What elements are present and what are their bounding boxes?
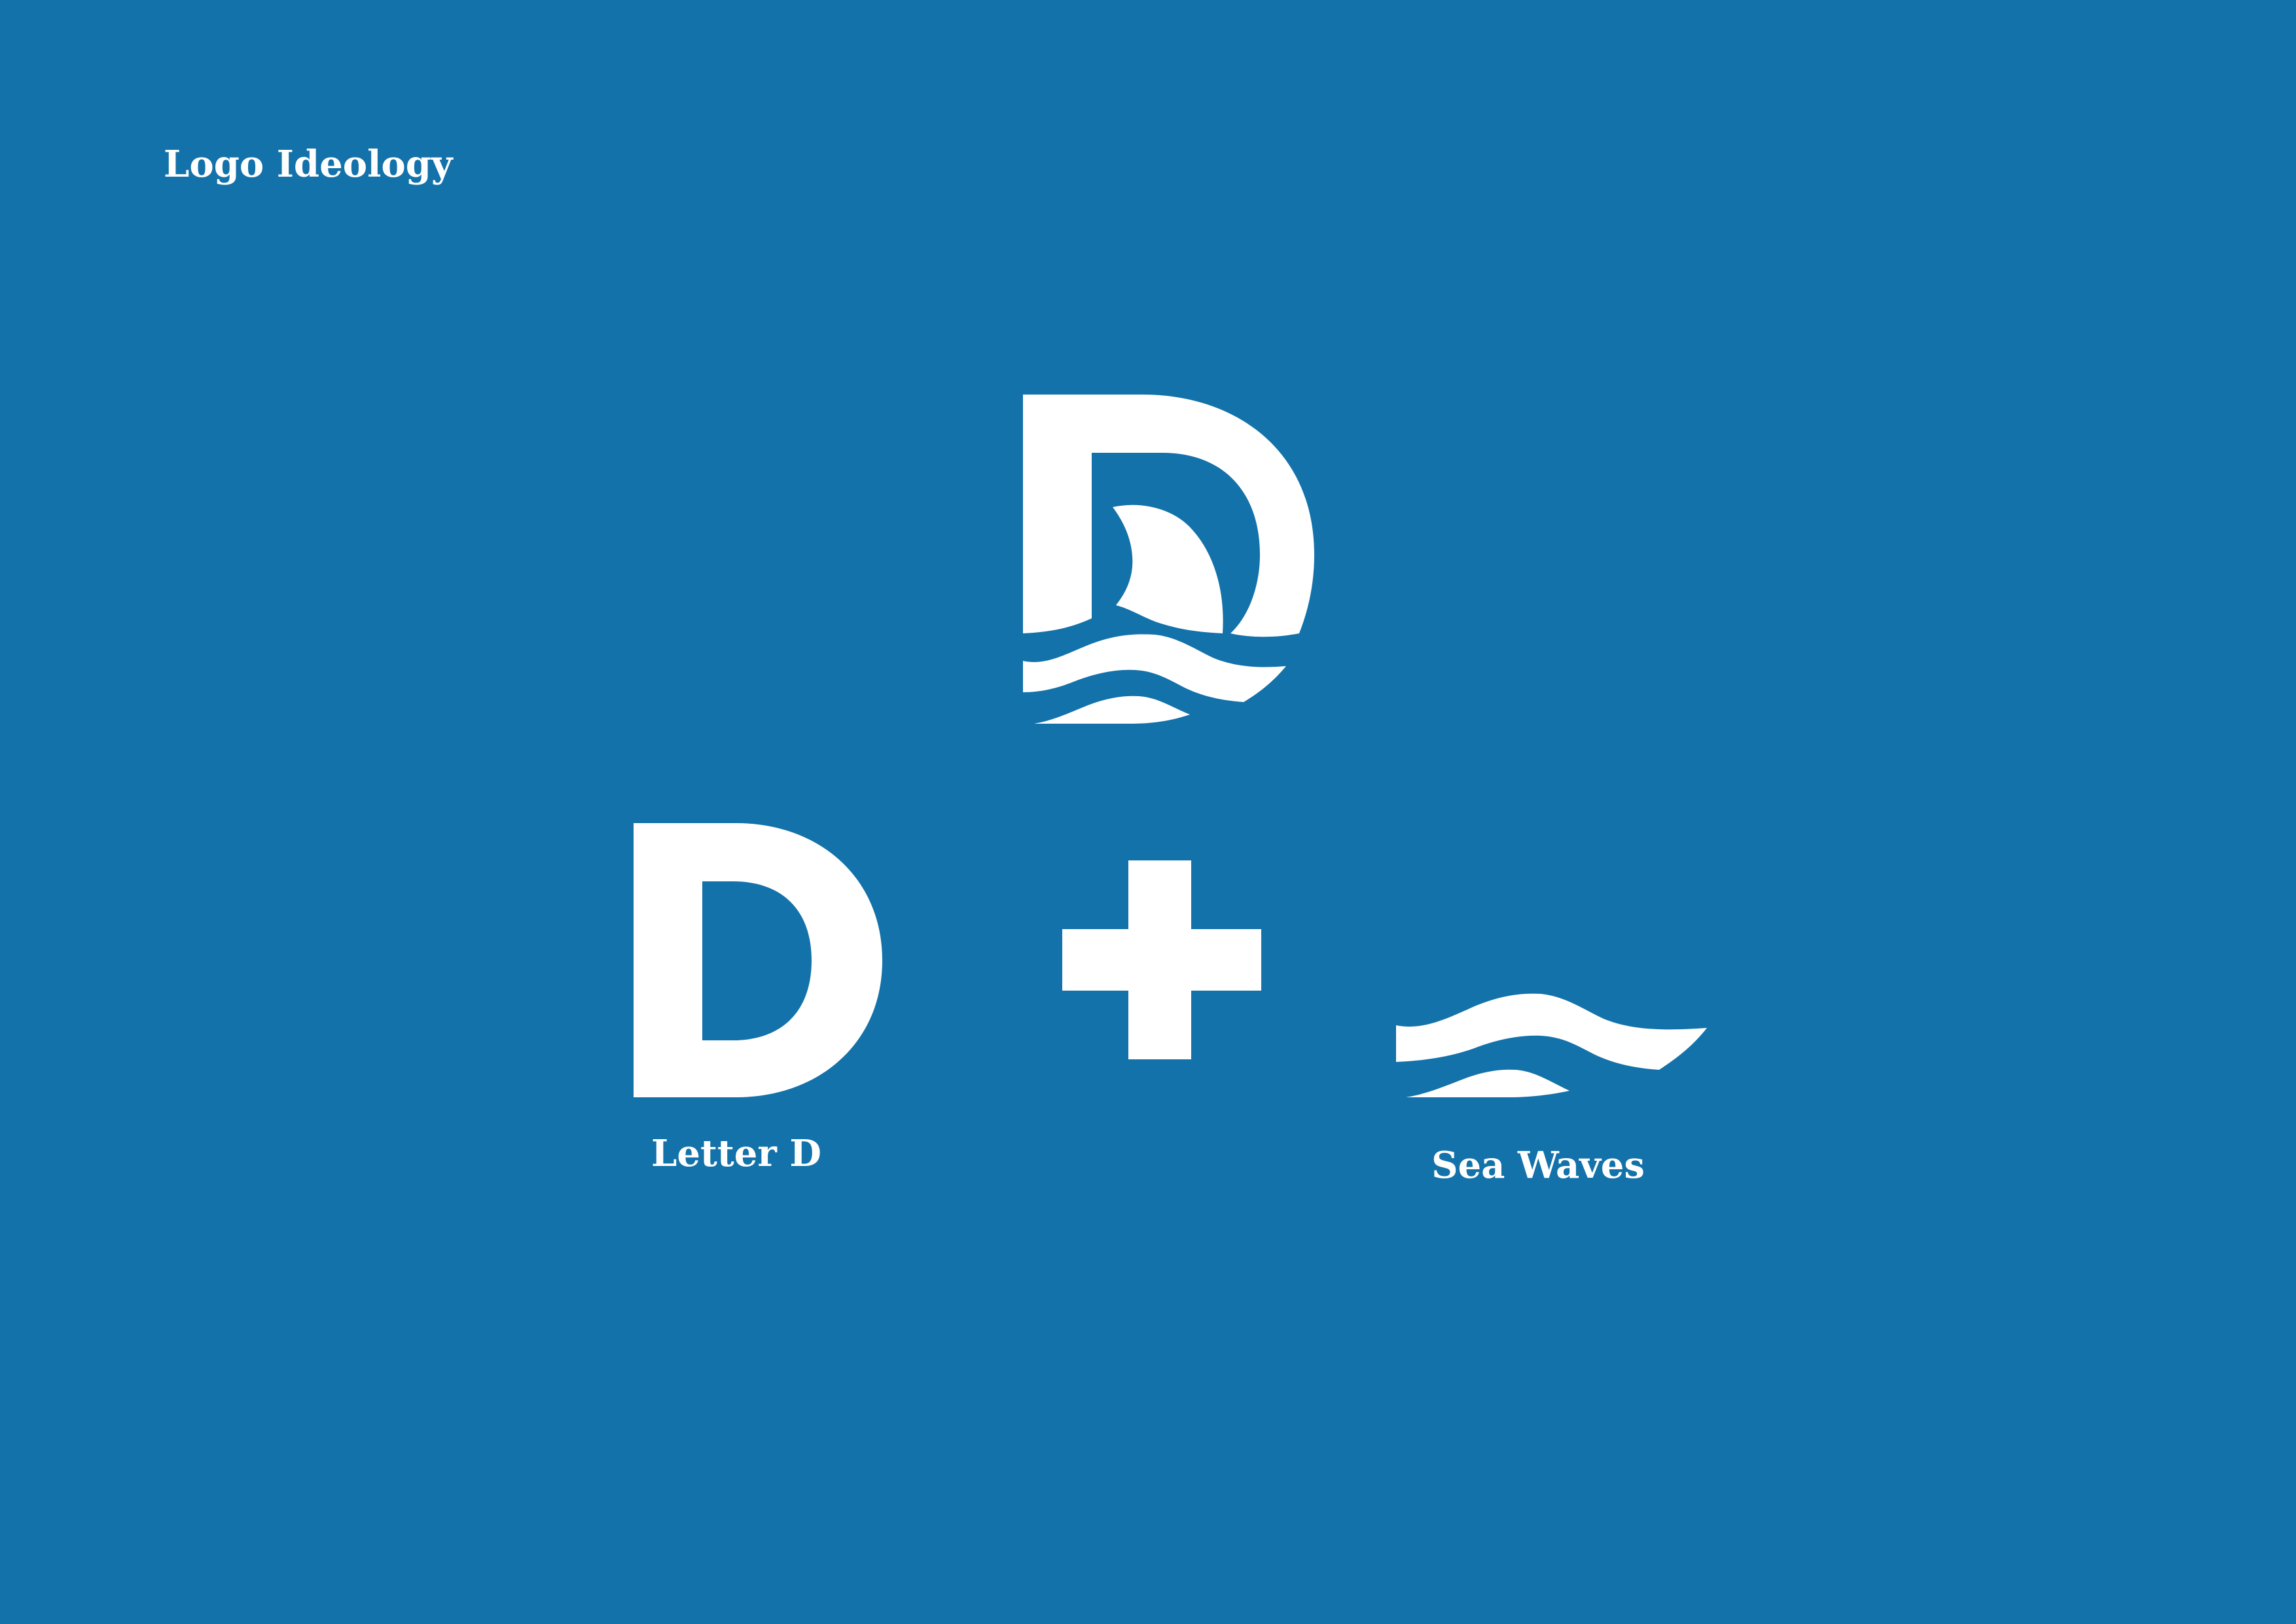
plus-icon <box>1062 860 1261 1059</box>
shark-fin-sea-waves-icon <box>1396 993 1707 1097</box>
letter-d-icon <box>634 823 882 1097</box>
combined-logo-icon <box>1023 395 1314 724</box>
sea-waves-label: Sea Waves <box>1431 1144 1645 1187</box>
page-title: Logo Ideology <box>164 143 453 186</box>
letter-d-label: Letter D <box>651 1132 821 1175</box>
logo-ideology-page: Logo Ideology Letter D Sea Waves <box>0 0 2296 1624</box>
